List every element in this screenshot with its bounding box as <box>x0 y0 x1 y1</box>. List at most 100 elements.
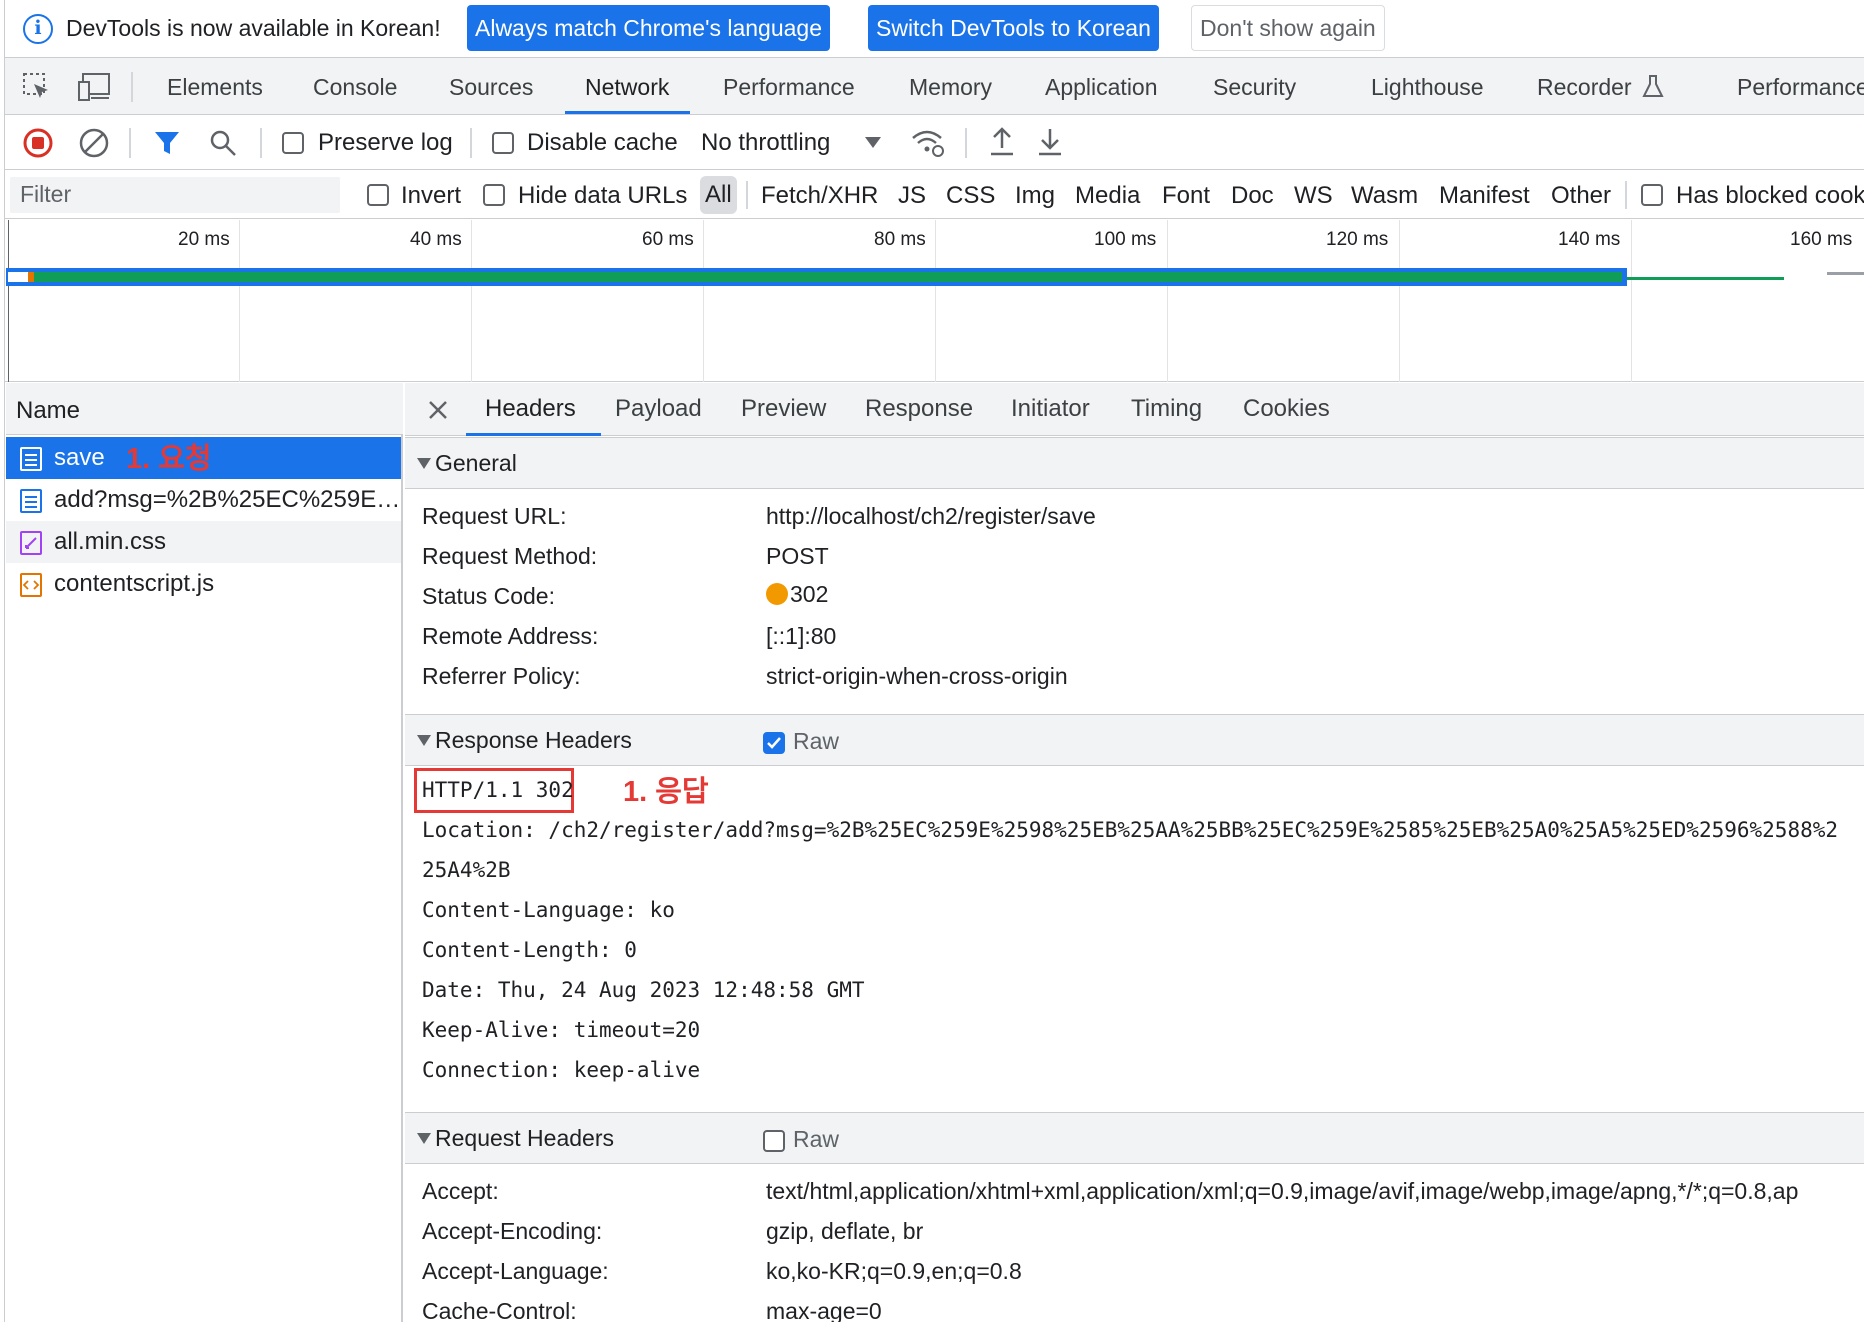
flask-icon <box>1642 75 1664 97</box>
request-headers-section-header[interactable]: Request Headers <box>405 1112 1864 1164</box>
tab-timing[interactable]: Timing <box>1131 395 1202 423</box>
timeline-request-bar <box>1627 277 1784 280</box>
chevron-down-icon[interactable] <box>864 136 882 150</box>
timeline-tick-label: 100 ms <box>1094 229 1157 250</box>
timeline-request-bar <box>34 272 1622 282</box>
inspect-element-icon[interactable] <box>22 72 52 102</box>
tab-performance[interactable]: Performance <box>723 74 855 101</box>
hide-data-urls-label: Hide data URLs <box>518 182 688 209</box>
general-key: Request Method: <box>422 543 598 569</box>
request-details: Headers Payload Preview Response Initiat… <box>405 383 1864 1322</box>
close-icon[interactable] <box>427 399 449 421</box>
tab-recorder[interactable]: Recorder <box>1537 74 1664 101</box>
tab-initiator[interactable]: Initiator <box>1011 395 1090 423</box>
dont-show-again-button[interactable]: Don't show again <box>1191 5 1385 51</box>
request-method-value: POST <box>766 543 829 569</box>
throttling-select[interactable]: No throttling <box>701 129 830 157</box>
filter-type-doc[interactable]: Doc <box>1231 182 1274 210</box>
timeline-tick-label: 120 ms <box>1326 229 1389 250</box>
request-name: add?msg=%2B%25EC%259E%2598%25EB%25AA%25B… <box>54 486 401 513</box>
response-header-line: Keep-Alive: timeout=20 <box>422 1018 701 1042</box>
timeline-tick-label: 60 ms <box>642 229 694 250</box>
general-section-header[interactable]: General <box>405 437 1864 489</box>
request-row-add[interactable]: add?msg=%2B%25EC%259E%2598%25EB%25AA%25B… <box>6 479 401 521</box>
filter-type-wasm[interactable]: Wasm <box>1351 182 1418 210</box>
filter-type-img[interactable]: Img <box>1015 182 1055 210</box>
tab-sources[interactable]: Sources <box>449 74 533 101</box>
filter-type-all[interactable]: All <box>700 176 737 214</box>
filter-type-css[interactable]: CSS <box>946 182 995 210</box>
request-header-value: text/html,application/xhtml+xml,applicat… <box>766 1178 1799 1204</box>
tab-security[interactable]: Security <box>1213 74 1296 101</box>
response-header-line: Connection: keep-alive <box>422 1058 701 1082</box>
request-header-value: max-age=0 <box>766 1298 882 1322</box>
tab-console[interactable]: Console <box>313 74 397 101</box>
request-header-key: Cache-Control: <box>422 1298 577 1322</box>
request-url-value: http://localhost/ch2/register/save <box>766 503 1096 529</box>
tab-cookies[interactable]: Cookies <box>1243 395 1330 423</box>
export-har-icon[interactable] <box>1036 126 1064 158</box>
request-header-key: Accept-Language: <box>422 1258 609 1284</box>
has-blocked-cookies-checkbox[interactable] <box>1641 184 1663 206</box>
request-raw-checkbox[interactable] <box>763 1130 785 1152</box>
preserve-log-checkbox[interactable] <box>282 132 304 154</box>
document-icon <box>20 489 42 513</box>
preserve-log-label: Preserve log <box>318 129 453 156</box>
disable-cache-label: Disable cache <box>527 129 678 156</box>
tab-network[interactable]: Network <box>585 74 669 101</box>
hide-data-urls-checkbox[interactable] <box>483 184 505 206</box>
always-match-language-button[interactable]: Always match Chrome's language <box>467 5 830 51</box>
status-dot-icon <box>766 583 788 605</box>
clear-icon[interactable] <box>78 127 110 159</box>
filter-type-media[interactable]: Media <box>1075 182 1140 210</box>
response-headers-section-header[interactable]: Response Headers <box>405 714 1864 766</box>
invert-label: Invert <box>401 182 462 209</box>
request-row-contentscript-js[interactable]: contentscript.js <box>6 563 401 605</box>
tab-response[interactable]: Response <box>865 395 973 423</box>
invert-checkbox[interactable] <box>367 184 389 206</box>
filter-type-ws[interactable]: WS <box>1294 182 1333 210</box>
import-har-icon[interactable] <box>988 126 1016 158</box>
filter-type-other[interactable]: Other <box>1551 182 1611 210</box>
tab-performance-insights[interactable]: Performance <box>1737 74 1864 101</box>
tab-application[interactable]: Application <box>1045 74 1158 101</box>
info-icon: i <box>23 14 53 44</box>
device-toolbar-icon[interactable] <box>77 72 111 102</box>
filter-type-manifest[interactable]: Manifest <box>1439 182 1530 210</box>
name-column-header[interactable]: Name <box>6 383 403 435</box>
filter-type-fetch-xhr[interactable]: Fetch/XHR <box>761 182 878 210</box>
network-overview-timeline[interactable]: 20 ms 40 ms 60 ms 80 ms 100 ms 120 ms 14… <box>0 220 1864 382</box>
status-code-text: 302 <box>790 581 829 607</box>
tab-payload[interactable]: Payload <box>615 395 702 423</box>
request-header-value: gzip, deflate, br <box>766 1218 924 1244</box>
tab-lighthouse[interactable]: Lighthouse <box>1371 74 1484 101</box>
filter-input[interactable]: Filter <box>10 177 340 213</box>
search-icon[interactable] <box>208 128 238 158</box>
response-header-line: Content-Length: 0 <box>422 938 637 962</box>
request-name: save <box>54 444 105 471</box>
devtools-main-tabbar: Elements Console Sources Network Perform… <box>0 57 1864 115</box>
request-annotation: 1. 요청 <box>126 443 212 475</box>
tab-preview[interactable]: Preview <box>741 395 826 423</box>
tab-elements[interactable]: Elements <box>167 74 263 101</box>
filter-type-font[interactable]: Font <box>1162 182 1210 210</box>
response-header-line: 25A4%2B <box>422 858 511 882</box>
status-code-value: 302 <box>766 581 828 608</box>
document-icon <box>20 447 42 471</box>
filter-icon[interactable] <box>153 129 181 157</box>
request-row-all-min-css[interactable]: all.min.css <box>6 521 401 563</box>
response-annotation: 1. 응답 <box>623 776 709 808</box>
tab-headers[interactable]: Headers <box>485 395 576 423</box>
stylesheet-icon <box>20 531 42 555</box>
network-conditions-icon[interactable] <box>910 126 946 160</box>
tab-memory[interactable]: Memory <box>909 74 992 101</box>
request-raw-label: Raw <box>793 1126 840 1152</box>
disable-cache-checkbox[interactable] <box>492 132 514 154</box>
stop-recording-icon[interactable] <box>22 127 54 159</box>
switch-to-korean-button[interactable]: Switch DevTools to Korean <box>868 5 1159 51</box>
request-name: all.min.css <box>54 528 167 555</box>
active-tab-indicator <box>565 111 690 114</box>
expand-triangle-icon <box>417 1133 431 1144</box>
filter-type-js[interactable]: JS <box>898 182 926 210</box>
response-raw-checkbox[interactable] <box>763 732 785 754</box>
